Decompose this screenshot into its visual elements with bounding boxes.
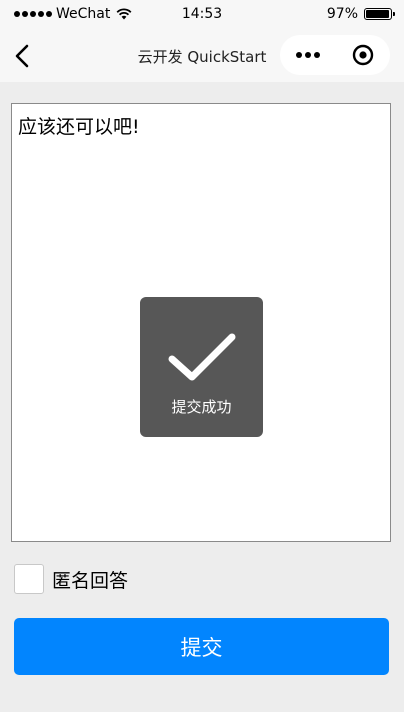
toast-message: 提交成功: [171, 398, 232, 416]
submit-button[interactable]: 提交: [14, 618, 389, 675]
answer-text: 应该还可以吧!: [18, 116, 140, 138]
page-title: 云开发 QuickStart: [137, 48, 267, 66]
battery-percent: 97%: [326, 6, 358, 22]
nav-bar: 云开发 QuickStart: [0, 30, 404, 82]
more-button[interactable]: [280, 35, 335, 75]
checkmark-icon: [168, 333, 236, 381]
mini-program-capsule: [280, 35, 390, 75]
back-button[interactable]: [6, 40, 38, 72]
chevron-left-icon: [15, 44, 29, 68]
anonymous-checkbox[interactable]: [14, 564, 44, 594]
anonymous-label: 匿名回答: [52, 569, 129, 592]
battery-fill: [366, 10, 390, 18]
success-toast: 提交成功: [140, 297, 263, 437]
target-icon: [352, 44, 373, 66]
status-bar: WeChat 14:53 97%: [0, 0, 404, 30]
more-dots-icon: [295, 52, 320, 58]
anonymous-option[interactable]: 匿名回答: [14, 564, 128, 594]
close-mini-program-button[interactable]: [335, 35, 390, 75]
battery-icon: [364, 8, 395, 20]
status-right: 97%: [326, 6, 395, 22]
